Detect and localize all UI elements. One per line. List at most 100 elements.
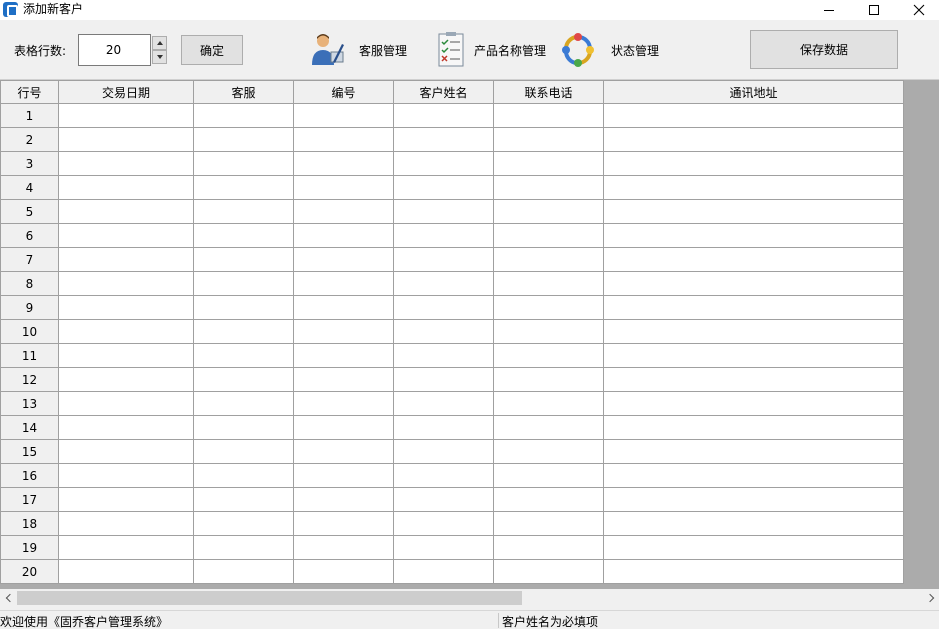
table-cell[interactable]: [493, 463, 604, 488]
table-cell[interactable]: [293, 295, 394, 320]
table-cell[interactable]: [58, 463, 194, 488]
column-header[interactable]: 行号: [0, 80, 59, 104]
table-cell[interactable]: [58, 199, 194, 224]
table-cell[interactable]: [493, 103, 604, 128]
table-cell[interactable]: [58, 223, 194, 248]
table-cell[interactable]: [393, 391, 494, 416]
table-cell[interactable]: [493, 151, 604, 176]
table-cell[interactable]: [193, 295, 294, 320]
table-cell[interactable]: [393, 175, 494, 200]
table-cell[interactable]: [193, 319, 294, 344]
table-cell[interactable]: [393, 559, 494, 584]
table-cell[interactable]: [603, 247, 904, 272]
table-cell[interactable]: [193, 343, 294, 368]
table-cell[interactable]: [493, 319, 604, 344]
table-cell[interactable]: [293, 511, 394, 536]
data-grid[interactable]: 行号 交易日期 客服 编号 客户姓名 联系电话 通讯地址 1 2 3 4 5 6 7 8 9 10 11 12 13…: [0, 79, 939, 589]
table-cell[interactable]: [393, 319, 494, 344]
table-cell[interactable]: [393, 103, 494, 128]
table-cell[interactable]: [193, 199, 294, 224]
table-cell[interactable]: [493, 127, 604, 152]
table-cell[interactable]: [293, 175, 394, 200]
table-cell[interactable]: [58, 511, 194, 536]
table-cell[interactable]: [58, 439, 194, 464]
maximize-button[interactable]: [851, 0, 897, 20]
product-name-management-button[interactable]: 产品名称管理: [436, 31, 546, 69]
table-cell[interactable]: [293, 199, 394, 224]
table-cell[interactable]: [493, 223, 604, 248]
table-cell[interactable]: [603, 415, 904, 440]
column-header[interactable]: 编号: [293, 80, 394, 104]
table-cell[interactable]: [603, 391, 904, 416]
table-cell[interactable]: [293, 271, 394, 296]
table-cell[interactable]: [193, 391, 294, 416]
table-cell[interactable]: [293, 343, 394, 368]
table-cell[interactable]: [493, 343, 604, 368]
status-management-button[interactable]: 状态管理: [561, 31, 659, 69]
rows-count-input[interactable]: [78, 34, 151, 66]
table-cell[interactable]: [293, 535, 394, 560]
table-cell[interactable]: [393, 415, 494, 440]
table-cell[interactable]: [493, 199, 604, 224]
table-cell[interactable]: [58, 367, 194, 392]
stepper-up-button[interactable]: [152, 36, 167, 50]
table-cell[interactable]: [293, 559, 394, 584]
table-cell[interactable]: [293, 415, 394, 440]
table-cell[interactable]: [603, 559, 904, 584]
rows-count-stepper[interactable]: [152, 36, 167, 64]
table-cell[interactable]: [58, 487, 194, 512]
table-cell[interactable]: [293, 103, 394, 128]
table-cell[interactable]: [603, 199, 904, 224]
table-cell[interactable]: [193, 127, 294, 152]
table-cell[interactable]: [603, 367, 904, 392]
table-cell[interactable]: [393, 367, 494, 392]
table-cell[interactable]: [393, 199, 494, 224]
table-cell[interactable]: [58, 559, 194, 584]
table-cell[interactable]: [493, 511, 604, 536]
table-cell[interactable]: [493, 175, 604, 200]
table-cell[interactable]: [493, 439, 604, 464]
table-cell[interactable]: [603, 295, 904, 320]
table-cell[interactable]: [603, 319, 904, 344]
service-management-button[interactable]: 客服管理: [309, 31, 407, 69]
table-cell[interactable]: [58, 415, 194, 440]
table-cell[interactable]: [393, 295, 494, 320]
table-cell[interactable]: [58, 127, 194, 152]
table-cell[interactable]: [493, 391, 604, 416]
table-cell[interactable]: [293, 487, 394, 512]
table-cell[interactable]: [58, 103, 194, 128]
table-cell[interactable]: [58, 175, 194, 200]
stepper-down-button[interactable]: [152, 50, 167, 64]
table-cell[interactable]: [193, 247, 294, 272]
table-cell[interactable]: [603, 175, 904, 200]
table-cell[interactable]: [493, 367, 604, 392]
table-cell[interactable]: [603, 103, 904, 128]
table-cell[interactable]: [393, 271, 494, 296]
column-header[interactable]: 交易日期: [58, 80, 194, 104]
table-cell[interactable]: [603, 439, 904, 464]
table-cell[interactable]: [293, 367, 394, 392]
table-cell[interactable]: [493, 415, 604, 440]
table-cell[interactable]: [193, 559, 294, 584]
table-cell[interactable]: [193, 535, 294, 560]
table-cell[interactable]: [193, 511, 294, 536]
table-cell[interactable]: [493, 247, 604, 272]
table-cell[interactable]: [193, 439, 294, 464]
table-cell[interactable]: [58, 535, 194, 560]
table-cell[interactable]: [603, 487, 904, 512]
scroll-right-button[interactable]: [923, 589, 939, 607]
table-cell[interactable]: [293, 151, 394, 176]
table-cell[interactable]: [193, 151, 294, 176]
table-cell[interactable]: [603, 535, 904, 560]
table-cell[interactable]: [58, 319, 194, 344]
close-button[interactable]: [896, 0, 939, 20]
table-cell[interactable]: [393, 487, 494, 512]
table-cell[interactable]: [58, 247, 194, 272]
table-cell[interactable]: [393, 439, 494, 464]
table-cell[interactable]: [493, 295, 604, 320]
table-cell[interactable]: [293, 439, 394, 464]
table-cell[interactable]: [193, 271, 294, 296]
table-cell[interactable]: [603, 463, 904, 488]
table-cell[interactable]: [603, 127, 904, 152]
table-cell[interactable]: [293, 463, 394, 488]
